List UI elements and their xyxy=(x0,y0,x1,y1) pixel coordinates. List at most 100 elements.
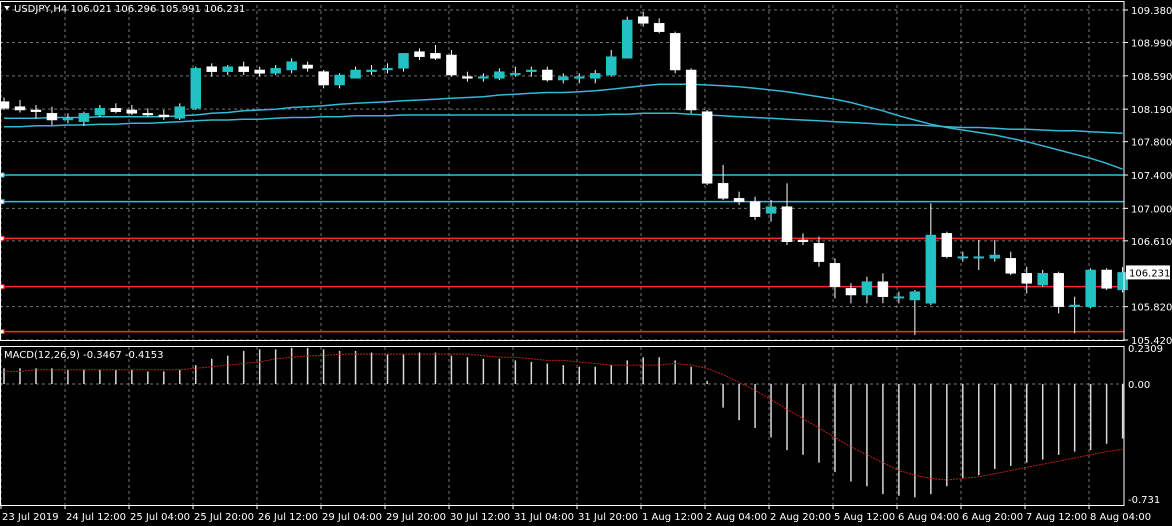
time-tick-label: 29 Jul 04:00 xyxy=(322,512,382,523)
candle-body-bear xyxy=(0,101,10,109)
candle-body-bear xyxy=(446,54,457,76)
candle-body-bull xyxy=(382,68,393,71)
price-tick-label: 108.590 xyxy=(1131,72,1172,83)
candle-body-bear xyxy=(1053,273,1064,307)
price-tick-label: 107.800 xyxy=(1131,138,1172,149)
candle-body-bull xyxy=(366,69,377,72)
candle xyxy=(941,231,953,259)
time-tick-label: 2 Aug 20:00 xyxy=(770,512,831,523)
candle-body-bull xyxy=(925,234,937,304)
price-tick-label: 105.820 xyxy=(1131,303,1172,314)
candle-body-bear xyxy=(637,16,649,24)
candle-body-bear xyxy=(206,66,217,72)
candle-body-bear xyxy=(701,111,713,184)
candle-body-bear xyxy=(318,71,329,86)
time-tick-label: 31 Jul 04:00 xyxy=(514,512,574,523)
candle-body-bull xyxy=(174,106,186,119)
candle-body-bear xyxy=(430,53,441,59)
candle-body-bear xyxy=(653,23,665,32)
candle-body-bear xyxy=(302,64,313,69)
candle xyxy=(701,110,713,185)
candle xyxy=(1085,268,1096,309)
candle-body-bull xyxy=(893,296,905,299)
current-price-box: 106.231 xyxy=(1126,265,1170,280)
candle-body-bull xyxy=(957,256,969,259)
candle-body-bull xyxy=(78,113,90,122)
time-tick-label: 29 Jul 20:00 xyxy=(386,512,446,523)
candle-body-bear xyxy=(254,69,265,74)
macd-tick-label: 0.00 xyxy=(1128,380,1150,391)
candle-body-bull xyxy=(270,68,281,74)
candle-body-bear xyxy=(542,69,553,81)
time-tick-label: 5 Aug 12:00 xyxy=(834,512,895,523)
price-tick-label: 108.990 xyxy=(1131,39,1172,50)
candle-body-bear xyxy=(797,239,809,242)
time-tick-label: 7 Aug 12:00 xyxy=(1026,512,1087,523)
candle-body-bull xyxy=(973,256,985,259)
price-tick-label: 107.000 xyxy=(1131,204,1172,215)
candle-body-bull xyxy=(590,73,601,79)
time-tick-label: 6 Aug 20:00 xyxy=(962,512,1023,523)
candle-body-bear xyxy=(829,263,841,287)
candle-body-bull xyxy=(621,19,633,59)
time-tick-label: 26 Jul 12:00 xyxy=(258,512,318,523)
current-price-label: 106.231 xyxy=(1129,268,1170,279)
candle-body-bear xyxy=(30,109,42,112)
time-tick-label: 8 Aug 04:00 xyxy=(1090,512,1151,523)
candle-body-bull xyxy=(1085,269,1096,307)
time-tick-label: 25 Jul 04:00 xyxy=(130,512,190,523)
time-tick-label: 25 Jul 20:00 xyxy=(194,512,254,523)
candle-body-bull xyxy=(94,108,106,116)
candle-body-bull xyxy=(62,118,74,121)
candle-body-bear xyxy=(685,69,697,111)
candle xyxy=(621,16,633,59)
candle-body-bull xyxy=(510,73,521,76)
macd-tick-label: -0.731 xyxy=(1128,495,1160,506)
candle-body-bear xyxy=(717,183,729,199)
candle-body-bull xyxy=(909,291,921,301)
candle xyxy=(190,66,202,110)
candle-body-bull xyxy=(494,71,505,79)
candle-body-bear xyxy=(142,113,154,116)
candle-body-bull xyxy=(286,61,297,71)
time-tick-label: 31 Jul 20:00 xyxy=(578,512,638,523)
candle-body-bull xyxy=(605,56,617,76)
candle-body-bear xyxy=(941,233,953,257)
time-tick-label: 23 Jul 2019 xyxy=(2,512,59,523)
candle-body-bull xyxy=(222,66,233,72)
candle xyxy=(685,68,697,114)
candle-body-bear xyxy=(46,113,58,121)
candle-body-bear xyxy=(126,109,138,114)
candle-body-bull xyxy=(558,76,569,81)
candle-body-bull xyxy=(861,281,873,296)
time-tick-label: 1 Aug 12:00 xyxy=(642,512,703,523)
candle-body-bull xyxy=(334,74,345,86)
candle-body-bull xyxy=(350,69,361,79)
macd-header: MACD(12,26,9) -0.3467 -0.4153 xyxy=(4,350,164,361)
candle-body-bear xyxy=(414,51,425,57)
candle-body-bear xyxy=(462,76,473,79)
candle xyxy=(1101,268,1112,290)
candle-body-bear xyxy=(733,198,745,202)
candle-body-bear xyxy=(1101,269,1112,289)
candle-body-bear xyxy=(238,66,249,72)
candle-body-bull xyxy=(190,68,202,109)
time-tick-label: 30 Jul 12:00 xyxy=(450,512,510,523)
candle-body-bull xyxy=(1069,304,1080,307)
price-tick-label: 108.190 xyxy=(1131,105,1172,116)
price-tick-label: 109.380 xyxy=(1131,6,1172,17)
chart-canvas: 109.380 108.990 108.590 108.190 107.800 107.4… xyxy=(0,0,1172,526)
candle-body-bear xyxy=(14,106,26,111)
candle-body-bull xyxy=(989,254,1001,259)
time-tick-label: 2 Aug 04:00 xyxy=(706,512,767,523)
candle-body-bull xyxy=(398,53,409,69)
candle-body-bull xyxy=(765,206,777,214)
candle-body-bear xyxy=(1005,258,1016,274)
price-tick-label: 107.400 xyxy=(1131,171,1172,182)
candle-body-bull xyxy=(574,76,585,79)
time-tick-label: 6 Aug 04:00 xyxy=(898,512,959,523)
macd-tick-label: 0.2309 xyxy=(1128,344,1163,355)
candle-body-bear xyxy=(158,114,170,117)
candle-body-bull xyxy=(1037,273,1048,286)
candle-body-bear xyxy=(781,206,793,242)
